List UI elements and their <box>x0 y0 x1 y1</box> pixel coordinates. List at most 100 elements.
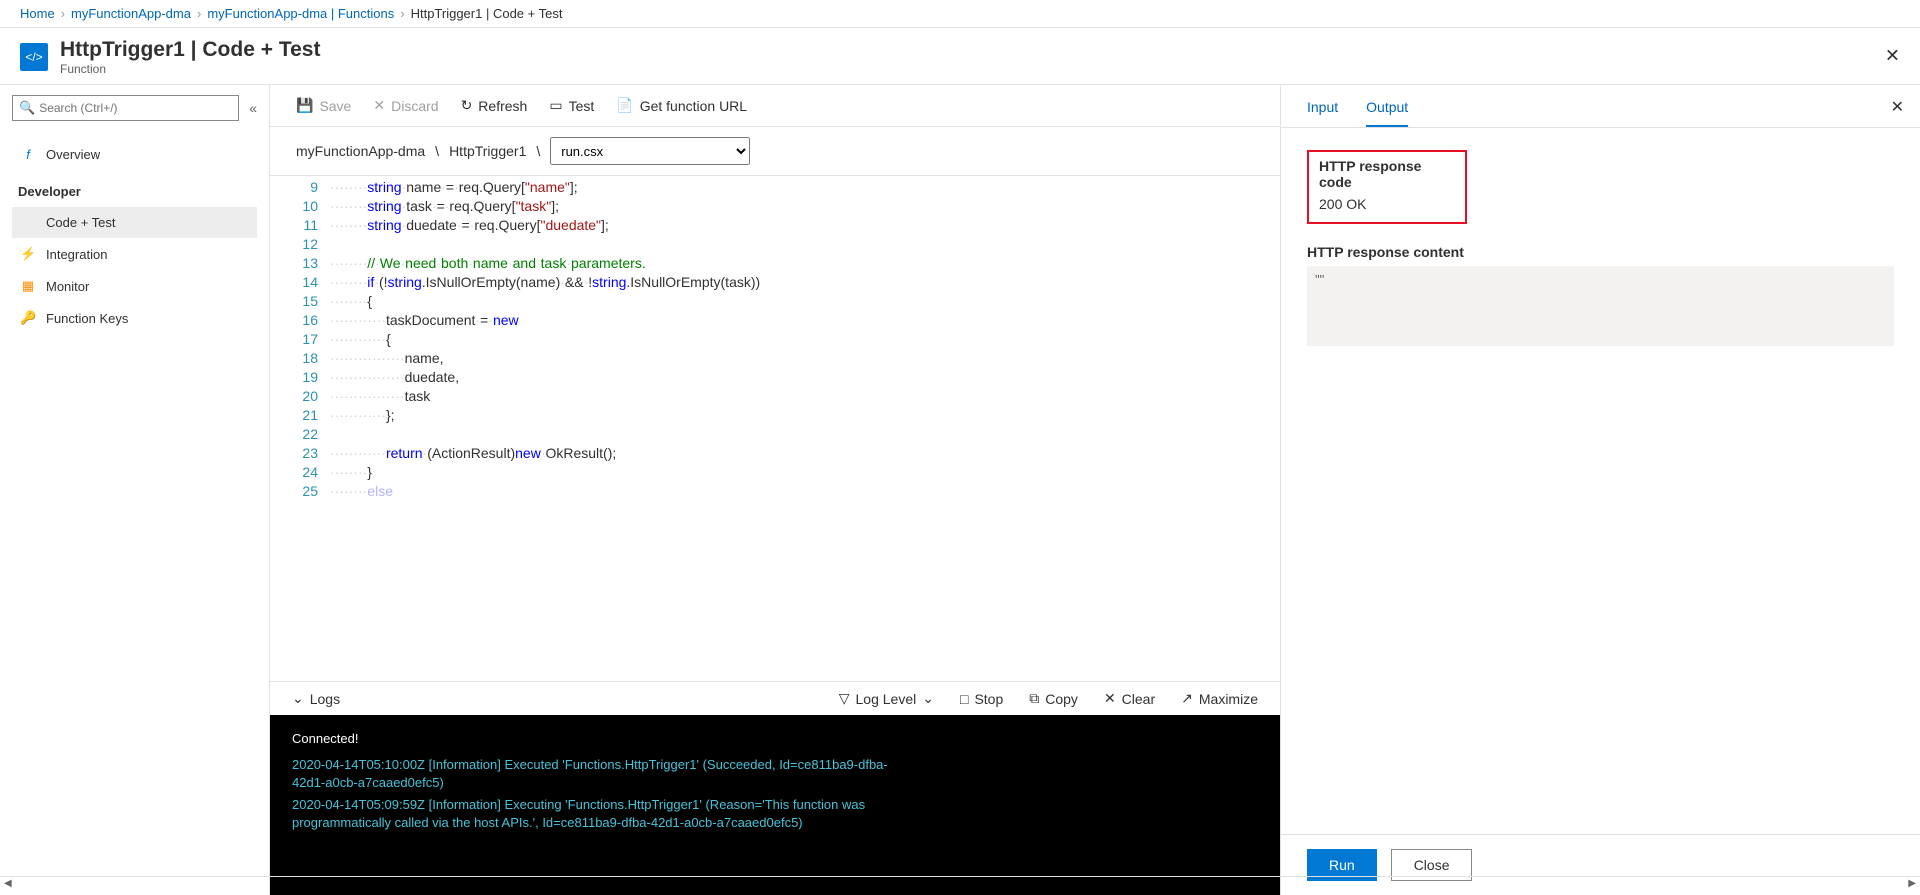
refresh-icon: ↻ <box>461 97 473 114</box>
code-line[interactable]: 23············return·(ActionResult)new·O… <box>270 444 1280 463</box>
console-output: Connected! 2020-04-14T05:10:00Z [Informa… <box>270 715 1280 895</box>
logs-toggle[interactable]: ⌄ Logs <box>292 690 340 707</box>
code-line[interactable]: 16············taskDocument·=·new <box>270 311 1280 330</box>
toolbar-label: Refresh <box>478 98 527 114</box>
line-number: 11 <box>270 216 330 235</box>
editor-region: 💾 Save ✕ Discard ↻ Refresh ▭ Test 📄 Get … <box>270 85 1280 895</box>
console-line: 2020-04-14T05:09:59Z [Information] Execu… <box>292 796 902 832</box>
code-line[interactable]: 25········else <box>270 482 1280 501</box>
code-content[interactable]: ············return·(ActionResult)new·OkR… <box>330 444 616 463</box>
code-line[interactable]: 24········} <box>270 463 1280 482</box>
loglevel-label: Log Level <box>856 691 917 707</box>
code-content[interactable]: ················name, <box>330 349 444 368</box>
toolbar-label: Discard <box>391 98 438 114</box>
code-content[interactable]: ········string·task·=·req.Query["task"]; <box>330 197 559 216</box>
code-line[interactable]: 18················name, <box>270 349 1280 368</box>
line-number: 24 <box>270 463 330 482</box>
function-icon: </> <box>20 43 48 71</box>
search-input[interactable] <box>39 101 232 115</box>
save-button[interactable]: 💾 Save <box>296 97 351 114</box>
breadcrumb-item[interactable]: Home <box>20 6 55 21</box>
link-icon: 📄 <box>616 97 633 114</box>
code-line[interactable]: 15········{ <box>270 292 1280 311</box>
code-line[interactable]: 14········if·(!string.IsNullOrEmpty(name… <box>270 273 1280 292</box>
code-content[interactable]: ············{ <box>330 330 391 349</box>
code-content[interactable]: ············}; <box>330 406 395 425</box>
tab-output[interactable]: Output <box>1366 99 1408 127</box>
get-url-button[interactable]: 📄 Get function URL <box>616 97 747 114</box>
copy-icon: ⧉ <box>1029 690 1039 707</box>
tab-input[interactable]: Input <box>1307 99 1338 127</box>
console-line: 2020-04-14T05:10:00Z [Information] Execu… <box>292 756 902 792</box>
sidebar-section-label: Developer <box>18 184 257 199</box>
code-content[interactable]: ········else <box>330 482 393 501</box>
code-line[interactable]: 11········string·duedate·=·req.Query["du… <box>270 216 1280 235</box>
toolbar-label: Test <box>569 98 595 114</box>
sidebar-item-overview[interactable]: f Overview <box>12 139 257 170</box>
stop-button[interactable]: □ Stop <box>960 691 1003 707</box>
copy-button[interactable]: ⧉ Copy <box>1029 690 1078 707</box>
loglevel-button[interactable]: ▽ Log Level ⌄ <box>839 690 934 707</box>
code-line[interactable]: 12 <box>270 235 1280 254</box>
code-line[interactable]: 17············{ <box>270 330 1280 349</box>
code-content[interactable]: ········{ <box>330 292 372 311</box>
maximize-label: Maximize <box>1199 691 1258 707</box>
code-content[interactable]: ········} <box>330 463 372 482</box>
page-header: </> HttpTrigger1 | Code + Test Function … <box>0 28 1920 85</box>
maximize-icon: ↗ <box>1181 690 1193 707</box>
code-content[interactable]: ················task <box>330 387 430 406</box>
code-content[interactable]: ········//·We·need·both·name·and·task·pa… <box>330 254 646 273</box>
clear-button[interactable]: ✕ Clear <box>1104 690 1155 707</box>
sidebar-item-integration[interactable]: ⚡Integration <box>12 238 257 270</box>
sidebar-item-icon: ⚡ <box>20 246 36 262</box>
line-number: 9 <box>270 178 330 197</box>
file-select[interactable]: run.csx <box>550 137 750 165</box>
scroll-right-icon[interactable]: ▶ <box>1908 878 1916 889</box>
filter-icon: ▽ <box>839 690 850 707</box>
code-line[interactable]: 19················duedate, <box>270 368 1280 387</box>
page-title: HttpTrigger1 | Code + Test <box>60 38 320 62</box>
test-icon: ▭ <box>549 97 562 114</box>
discard-icon: ✕ <box>373 97 385 114</box>
response-content-value: "" <box>1307 266 1894 346</box>
code-content[interactable]: ················duedate, <box>330 368 459 387</box>
code-content[interactable]: ········string·duedate·=·req.Query["dued… <box>330 216 609 235</box>
line-number: 16 <box>270 311 330 330</box>
test-button[interactable]: ▭ Test <box>549 97 594 114</box>
search-box[interactable]: 🔍 <box>12 95 239 121</box>
collapse-sidebar-icon[interactable]: « <box>249 100 257 116</box>
path-app: myFunctionApp-dma <box>296 143 425 159</box>
sidebar-item-icon: ▦ <box>20 278 36 294</box>
response-code-value: 200 OK <box>1319 196 1455 212</box>
horizontal-scrollbar[interactable]: ◀ ▶ <box>0 876 1920 890</box>
code-line[interactable]: 20················task <box>270 387 1280 406</box>
sidebar-item-code-test[interactable]: Code + Test <box>12 207 257 238</box>
code-line[interactable]: 10········string·task·=·req.Query["task"… <box>270 197 1280 216</box>
sidebar-item-monitor[interactable]: ▦ Monitor <box>12 270 257 302</box>
line-number: 17 <box>270 330 330 349</box>
toolbar: 💾 Save ✕ Discard ↻ Refresh ▭ Test 📄 Get … <box>270 85 1280 127</box>
code-line[interactable]: 22 <box>270 425 1280 444</box>
breadcrumb-item[interactable]: myFunctionApp-dma <box>71 6 191 21</box>
code-line[interactable]: 21············}; <box>270 406 1280 425</box>
breadcrumb-item[interactable]: myFunctionApp-dma | Functions <box>207 6 394 21</box>
code-line[interactable]: 9········string·name·=·req.Query["name"]… <box>270 178 1280 197</box>
sidebar-item-label: Overview <box>46 147 100 162</box>
scroll-left-icon[interactable]: ◀ <box>4 878 12 889</box>
toolbar-label: Get function URL <box>640 98 747 114</box>
sidebar-item-function-keys[interactable]: 🔑Function Keys <box>12 302 257 334</box>
code-content[interactable]: ············taskDocument·=·new <box>330 311 519 330</box>
discard-button[interactable]: ✕ Discard <box>373 97 438 114</box>
close-panel-icon[interactable]: ✕ <box>1891 97 1904 117</box>
close-icon[interactable]: ✕ <box>1885 46 1900 67</box>
code-content[interactable]: ········string·name·=·req.Query["name"]; <box>330 178 578 197</box>
copy-label: Copy <box>1045 691 1078 707</box>
code-editor[interactable]: 9········string·name·=·req.Query["name"]… <box>270 176 1280 681</box>
sidebar-item-label: Monitor <box>46 279 89 294</box>
code-line[interactable]: 13········//·We·need·both·name·and·task·… <box>270 254 1280 273</box>
refresh-button[interactable]: ↻ Refresh <box>461 97 528 114</box>
logs-label-text: Logs <box>310 691 340 707</box>
stop-icon: □ <box>960 691 968 707</box>
code-content[interactable]: ········if·(!string.IsNullOrEmpty(name)·… <box>330 273 760 292</box>
maximize-button[interactable]: ↗ Maximize <box>1181 690 1258 707</box>
